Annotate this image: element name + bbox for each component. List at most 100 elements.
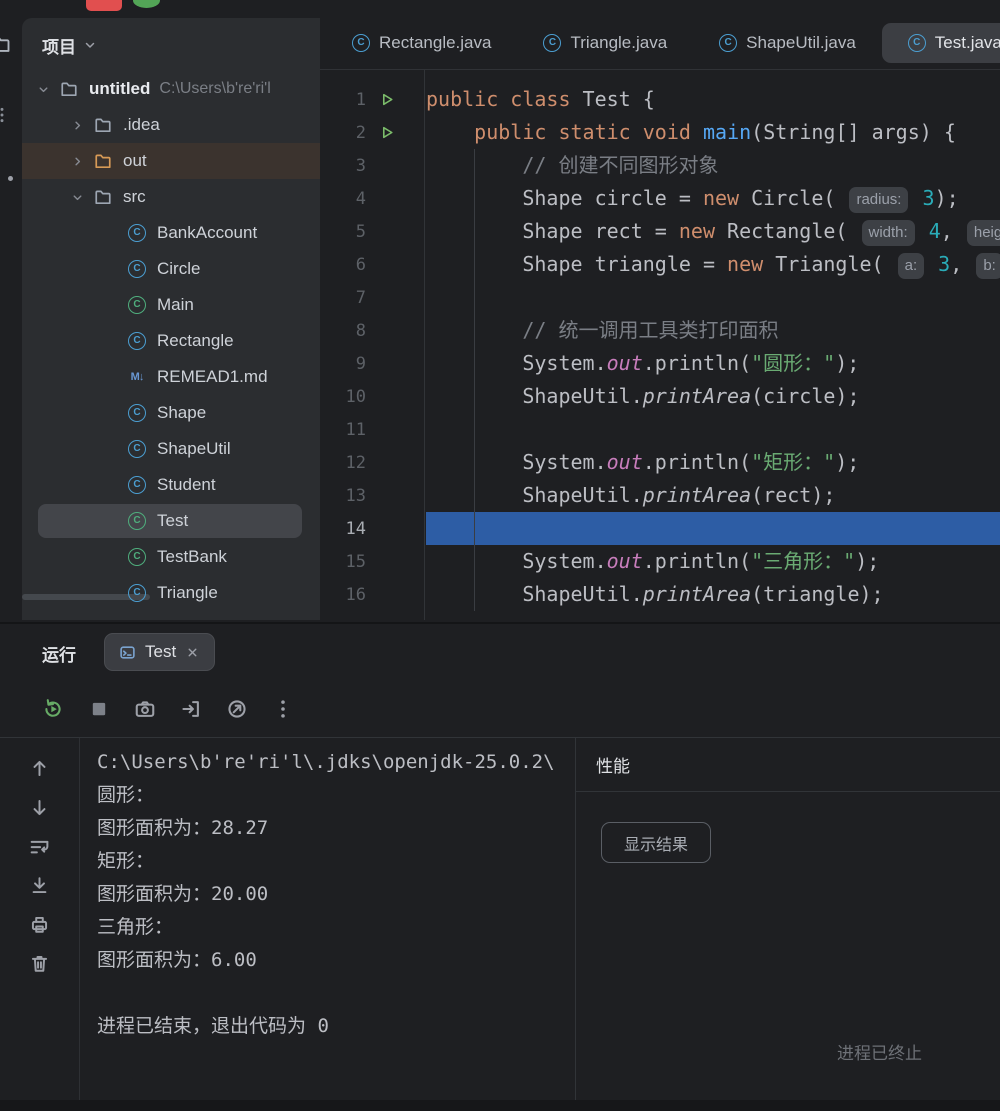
printer-icon[interactable]: [29, 914, 50, 935]
code-token: (triangle);: [751, 582, 883, 606]
line-number: 16: [320, 585, 366, 605]
close-icon[interactable]: [185, 645, 200, 660]
gutter-line-3[interactable]: 3: [320, 149, 424, 182]
tree-item-Triangle[interactable]: CTriangle: [22, 575, 320, 611]
tree-item-REMEAD1.md[interactable]: M↓REMEAD1.md: [22, 359, 320, 395]
code-line-8[interactable]: // 统一调用工具类打印面积: [426, 314, 1000, 347]
chevron-down-icon[interactable]: [30, 71, 56, 107]
tree-item-BankAccount[interactable]: CBankAccount: [22, 215, 320, 251]
performance-pane: 性能 显示结果 进程已终止: [575, 738, 1000, 1100]
editor-code[interactable]: public class Test { public static void m…: [426, 70, 1000, 620]
tree-item-label: BankAccount: [157, 223, 257, 243]
tree-item-label: Triangle: [157, 583, 218, 603]
gutter-line-1[interactable]: 1: [320, 83, 424, 116]
scroll-end-icon[interactable]: [29, 875, 50, 896]
tree-item-.idea[interactable]: .idea: [22, 107, 320, 143]
gutter-line-10[interactable]: 10: [320, 380, 424, 413]
chevron-right-icon[interactable]: [64, 107, 90, 143]
gutter-line-8[interactable]: 8: [320, 314, 424, 347]
gutter-line-12[interactable]: 12: [320, 446, 424, 479]
more-icon[interactable]: [272, 698, 294, 720]
tree-item-untitled[interactable]: untitledC:\Users\b're'ri'l: [22, 71, 320, 107]
code-line-11[interactable]: [426, 413, 1000, 446]
tree-item-out[interactable]: out: [22, 143, 320, 179]
code-line-4[interactable]: Shape circle = new Circle( radius: 3);: [426, 182, 1000, 215]
tree-item-label: REMEAD1.md: [157, 367, 268, 387]
editor-tab-Test.java[interactable]: CTest.java: [882, 23, 1000, 63]
show-results-button[interactable]: 显示结果: [601, 822, 711, 863]
chevron-down-icon[interactable]: [64, 179, 90, 215]
run-tab-test[interactable]: Test: [104, 633, 215, 671]
line-number: 6: [320, 255, 366, 275]
code-line-6[interactable]: Shape triangle = new Triangle( a: 3, b: …: [426, 248, 1000, 281]
code-line-15[interactable]: System.out.println("三角形：");: [426, 545, 1000, 578]
tree-item-Circle[interactable]: CCircle: [22, 251, 320, 287]
editor-tab-ShapeUtil.java[interactable]: CShapeUtil.java: [693, 23, 882, 63]
gutter-line-2[interactable]: 2: [320, 116, 424, 149]
camera-icon[interactable]: [134, 698, 156, 720]
code-line-10[interactable]: ShapeUtil.printArea(circle);: [426, 380, 1000, 413]
gutter-line-11[interactable]: 11: [320, 413, 424, 446]
gutter-line-9[interactable]: 9: [320, 347, 424, 380]
parameter-hint: width:: [862, 220, 915, 246]
editor-tab-label: ShapeUtil.java: [746, 33, 856, 53]
code-line-2[interactable]: public static void main(String[] args) {: [426, 116, 1000, 149]
code-line-13[interactable]: ShapeUtil.printArea(rect);: [426, 479, 1000, 512]
arrow-down-icon[interactable]: [29, 797, 50, 818]
gutter-line-4[interactable]: 4: [320, 182, 424, 215]
gutter-line-16[interactable]: 16: [320, 578, 424, 611]
tree-item-path: C:\Users\b're'ri'l: [159, 80, 270, 98]
code-line-5[interactable]: Shape rect = new Rectangle( width: 4, he…: [426, 215, 1000, 248]
code-line-14[interactable]: [426, 512, 1000, 545]
run-tab-label: Test: [145, 642, 176, 662]
project-panel-header[interactable]: 项目: [22, 18, 320, 72]
code-line-3[interactable]: // 创建不同图形对象: [426, 149, 1000, 182]
chevron-right-icon[interactable]: [64, 143, 90, 179]
code-token: ShapeUtil.: [426, 384, 643, 408]
soft-wrap-icon[interactable]: [29, 836, 50, 857]
run-icon[interactable]: [366, 91, 408, 108]
editor-tab-Rectangle.java[interactable]: CRectangle.java: [326, 23, 517, 63]
arrow-up-icon[interactable]: [29, 758, 50, 779]
titlebar-deco-green: [133, 0, 160, 8]
gutter-line-5[interactable]: 5: [320, 215, 424, 248]
stop-icon[interactable]: [88, 698, 110, 720]
gutter-line-7[interactable]: 7: [320, 281, 424, 314]
tool-stripe-folder-icon[interactable]: [0, 34, 11, 54]
code-line-9[interactable]: System.out.println("圆形：");: [426, 347, 1000, 380]
gutter-line-6[interactable]: 6: [320, 248, 424, 281]
console-line: [97, 977, 575, 1010]
tree-indent: [98, 323, 124, 359]
tree-item-Student[interactable]: CStudent: [22, 467, 320, 503]
tree-indent: [98, 431, 124, 467]
tree-item-TestBank[interactable]: CTestBank: [22, 539, 320, 575]
code-line-12[interactable]: System.out.println("矩形：");: [426, 446, 1000, 479]
code-line-16[interactable]: ShapeUtil.printArea(triangle);: [426, 578, 1000, 611]
line-number: 1: [320, 90, 366, 110]
gutter-line-14[interactable]: 14: [320, 512, 424, 545]
tree-item-src[interactable]: src: [22, 179, 320, 215]
code-line-7[interactable]: [426, 281, 1000, 314]
console-output[interactable]: C:\Users\b're'ri'l\.jdks\openjdk-25.0.2\…: [97, 746, 575, 1100]
rerun-icon[interactable]: [42, 698, 64, 720]
code-editor[interactable]: 12345678910111213141516 public class Tes…: [320, 70, 1000, 620]
trash-icon[interactable]: [29, 953, 50, 974]
tree-item-ShapeUtil[interactable]: CShapeUtil: [22, 431, 320, 467]
editor-tab-Triangle.java[interactable]: CTriangle.java: [517, 23, 693, 63]
class-icon: C: [908, 34, 926, 52]
open-in-icon[interactable]: [180, 698, 202, 720]
run-icon[interactable]: [366, 124, 408, 141]
code-token: [691, 120, 703, 144]
tree-item-Rectangle[interactable]: CRectangle: [22, 323, 320, 359]
code-token: .println(: [643, 450, 751, 474]
class-icon: C: [124, 440, 150, 458]
tree-item-Test[interactable]: CTest: [22, 503, 320, 539]
code-line-1[interactable]: public class Test {: [426, 83, 1000, 116]
gutter-line-13[interactable]: 13: [320, 479, 424, 512]
gutter-line-15[interactable]: 15: [320, 545, 424, 578]
tool-stripe-more-icon[interactable]: [0, 106, 11, 124]
code-token: new: [727, 252, 763, 276]
attach-icon[interactable]: [226, 698, 248, 720]
tree-item-Main[interactable]: CMain: [22, 287, 320, 323]
tree-item-Shape[interactable]: CShape: [22, 395, 320, 431]
